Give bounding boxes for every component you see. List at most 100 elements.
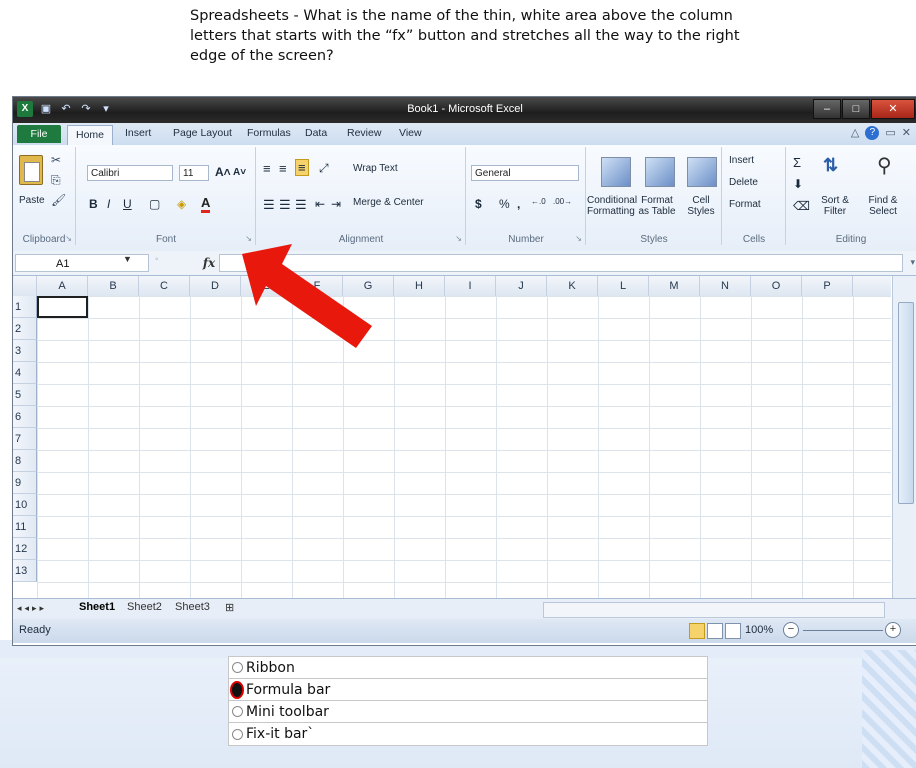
- close-workbook-icon[interactable]: ✕: [902, 126, 911, 140]
- radio-unselected-icon[interactable]: [232, 728, 243, 740]
- column-header[interactable]: A: [37, 276, 88, 296]
- conditional-formatting-icon[interactable]: [601, 157, 631, 187]
- insert-sheet-icon[interactable]: ⊞: [225, 601, 234, 614]
- help-icon[interactable]: ?: [865, 126, 880, 140]
- tab-view[interactable]: View: [399, 127, 422, 139]
- paste-button[interactable]: Paste: [19, 195, 45, 206]
- cell-area[interactable]: [37, 296, 891, 598]
- maximize-button[interactable]: □: [842, 99, 870, 119]
- conditional-formatting-button[interactable]: Conditional Formatting: [587, 195, 637, 217]
- answer-option-formula-bar[interactable]: Formula bar: [229, 679, 707, 701]
- tab-page-layout[interactable]: Page Layout: [173, 127, 232, 139]
- active-cell[interactable]: [37, 296, 88, 318]
- row-header[interactable]: 2: [13, 318, 37, 340]
- fill-color-icon[interactable]: ◈: [177, 197, 186, 211]
- sheet-tab-3[interactable]: Sheet3: [175, 601, 210, 613]
- grow-font-icon[interactable]: A˄: [215, 165, 231, 179]
- restore-workbook-icon[interactable]: ▭: [885, 126, 895, 140]
- align-top-icon[interactable]: ≡: [263, 161, 271, 176]
- sheet-tab-1[interactable]: Sheet1: [79, 601, 115, 613]
- row-header[interactable]: 11: [13, 516, 37, 538]
- underline-icon[interactable]: U: [123, 197, 132, 211]
- align-left-icon[interactable]: ☰: [263, 197, 275, 213]
- insert-function-button[interactable]: fx: [201, 254, 217, 272]
- page-break-view-icon[interactable]: [725, 623, 741, 639]
- format-as-table-icon[interactable]: [645, 157, 675, 187]
- insert-cells-button[interactable]: Insert: [729, 155, 754, 166]
- row-header[interactable]: 10: [13, 494, 37, 516]
- cell-styles-button[interactable]: Cell Styles: [683, 195, 719, 217]
- tab-data[interactable]: Data: [305, 127, 327, 139]
- align-right-icon[interactable]: ☰: [295, 197, 307, 213]
- row-header[interactable]: 12: [13, 538, 37, 560]
- tab-insert[interactable]: Insert: [125, 127, 151, 139]
- select-all-corner[interactable]: [13, 276, 37, 296]
- column-header[interactable]: J: [496, 276, 547, 296]
- column-header[interactable]: I: [445, 276, 496, 296]
- sort-filter-button[interactable]: Sort & Filter: [815, 195, 855, 217]
- column-header[interactable]: H: [394, 276, 445, 296]
- answer-option-fix-it-bar[interactable]: Fix-it bar`: [229, 723, 707, 745]
- column-header[interactable]: M: [649, 276, 700, 296]
- radio-selected-icon[interactable]: [230, 680, 244, 699]
- find-select-icon[interactable]: ⚲: [877, 153, 892, 178]
- percent-icon[interactable]: %: [499, 197, 510, 211]
- currency-icon[interactable]: $: [475, 197, 482, 211]
- merge-center-button[interactable]: Merge & Center: [353, 197, 424, 208]
- column-header[interactable]: P: [802, 276, 853, 296]
- normal-view-icon[interactable]: [689, 623, 705, 639]
- tab-formulas[interactable]: Formulas: [247, 127, 291, 139]
- column-header[interactable]: N: [700, 276, 751, 296]
- horizontal-scrollbar[interactable]: [543, 602, 885, 618]
- paste-icon[interactable]: [19, 155, 43, 185]
- align-center-icon[interactable]: ☰: [279, 197, 291, 213]
- autosum-icon[interactable]: Σ: [793, 155, 801, 170]
- tab-home[interactable]: Home: [67, 125, 113, 146]
- comma-icon[interactable]: ,: [517, 197, 520, 211]
- find-select-button[interactable]: Find & Select: [859, 195, 907, 217]
- zoom-out-icon[interactable]: −: [783, 622, 799, 638]
- sheet-navigation-icon[interactable]: ◂◂▸▸: [17, 603, 47, 614]
- zoom-in-icon[interactable]: +: [885, 622, 901, 638]
- format-painter-icon[interactable]: 🖌: [51, 193, 66, 207]
- close-button[interactable]: ✕: [871, 99, 915, 119]
- row-header[interactable]: 13: [13, 560, 37, 582]
- cell-styles-icon[interactable]: [687, 157, 717, 187]
- row-header[interactable]: 3: [13, 340, 37, 362]
- delete-cells-button[interactable]: Delete: [729, 177, 758, 188]
- column-header[interactable]: C: [139, 276, 190, 296]
- clear-icon[interactable]: ⌫: [793, 199, 810, 213]
- column-header[interactable]: O: [751, 276, 802, 296]
- increase-decimal-icon[interactable]: ←.0: [531, 197, 546, 206]
- number-format-select[interactable]: General: [471, 165, 579, 181]
- page-layout-view-icon[interactable]: [707, 623, 723, 639]
- expand-formula-bar-icon[interactable]: ▾: [910, 257, 915, 268]
- minimize-ribbon-icon[interactable]: △: [851, 126, 859, 140]
- row-header[interactable]: 8: [13, 450, 37, 472]
- row-header[interactable]: 6: [13, 406, 37, 428]
- answer-option-mini-toolbar[interactable]: Mini toolbar: [229, 701, 707, 723]
- minimize-button[interactable]: –: [813, 99, 841, 119]
- format-as-table-button[interactable]: Format as Table: [635, 195, 679, 217]
- column-header[interactable]: B: [88, 276, 139, 296]
- wrap-text-button[interactable]: Wrap Text: [353, 163, 398, 174]
- number-launcher-icon[interactable]: ↘: [575, 234, 582, 243]
- row-header[interactable]: 5: [13, 384, 37, 406]
- tab-review[interactable]: Review: [347, 127, 381, 139]
- vertical-scrollbar[interactable]: [892, 276, 916, 598]
- font-name-select[interactable]: Calibri: [87, 165, 173, 181]
- radio-unselected-icon[interactable]: [232, 706, 243, 717]
- shrink-font-icon[interactable]: A˅: [233, 167, 246, 178]
- answer-option-ribbon[interactable]: Ribbon: [229, 657, 707, 679]
- clipboard-launcher-icon[interactable]: ↘: [65, 234, 72, 243]
- borders-icon[interactable]: ▢: [149, 197, 160, 211]
- column-header[interactable]: L: [598, 276, 649, 296]
- name-box-dropdown-icon[interactable]: ▼: [123, 254, 132, 264]
- vertical-scroll-thumb[interactable]: [898, 302, 914, 504]
- alignment-launcher-icon[interactable]: ↘: [455, 234, 462, 243]
- sort-filter-icon[interactable]: ⇅: [823, 155, 838, 176]
- decrease-decimal-icon[interactable]: .00→: [553, 197, 572, 206]
- row-header[interactable]: 4: [13, 362, 37, 384]
- row-header[interactable]: 7: [13, 428, 37, 450]
- tab-file[interactable]: File: [17, 125, 61, 143]
